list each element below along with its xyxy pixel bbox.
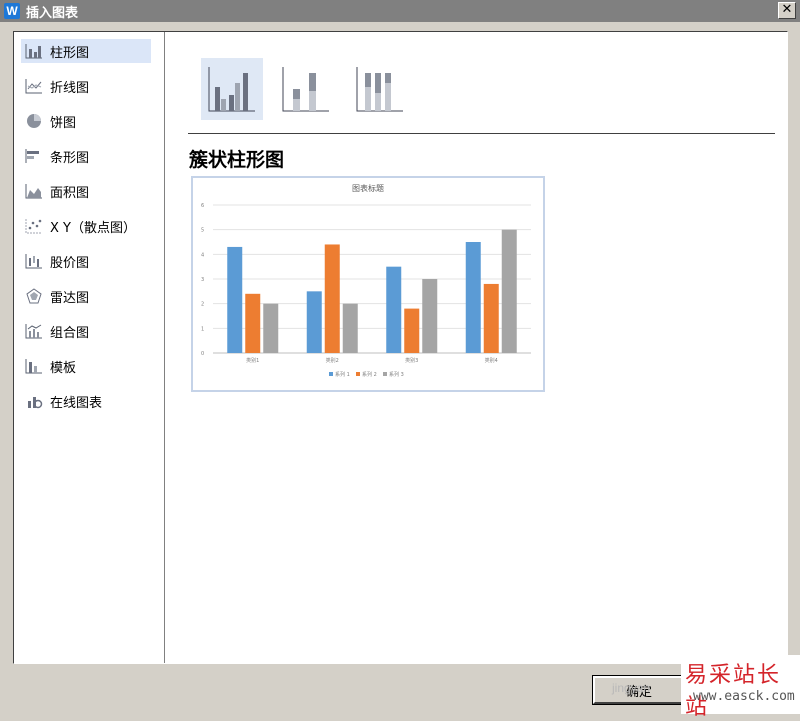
sidebar-item-radar[interactable]: 雷达图 — [21, 284, 151, 308]
sidebar-item-label: 模板 — [50, 360, 77, 376]
chart-bar — [227, 246, 243, 353]
wps-app-icon: W — [4, 3, 20, 19]
legend-swatch — [356, 372, 360, 376]
y-tick-label: 5 — [201, 228, 204, 234]
chart-bar — [306, 291, 322, 353]
dialog-content-frame: 柱形图 折线图 饼图 条形图 面积图 X Y（散点图） 股价图 雷达图 组合图 … — [13, 31, 788, 664]
sidebar-item-label: 雷达图 — [50, 290, 90, 306]
template-icon — [24, 357, 44, 375]
sidebar-item-label: 折线图 — [50, 80, 90, 96]
selected-chart-name: 簇状柱形图 — [189, 149, 285, 171]
chart-bar — [465, 242, 481, 353]
sidebar-item-stock[interactable]: 股价图 — [21, 249, 151, 273]
y-tick-label: 4 — [201, 252, 204, 258]
legend-label: 系列 2 — [362, 371, 377, 378]
chart-preview: 图表标题 0 1 2 3 4 5 6 类别1 类别2 类别3 类别4 系列 1 系列 2 系列 3 — [191, 176, 545, 392]
sidebar-item-pie[interactable]: 饼图 — [21, 109, 151, 133]
radar-chart-icon — [24, 287, 44, 305]
sidebar-item-label: 面积图 — [50, 185, 90, 201]
clustered-column-icon — [208, 67, 255, 112]
chart-bar — [386, 266, 402, 353]
column-chart-icon — [24, 42, 44, 60]
y-tick-label: 3 — [201, 277, 204, 283]
pie-chart-icon — [24, 112, 44, 130]
chart-svg: 图表标题 0 1 2 3 4 5 6 类别1 类别2 类别3 类别4 系列 1 系列 2 系列 3 — [201, 183, 531, 378]
online-chart-icon — [24, 392, 44, 410]
scatter-chart-icon — [24, 217, 44, 235]
chart-category-sidebar: 柱形图 折线图 饼图 条形图 面积图 X Y（散点图） 股价图 雷达图 组合图 … — [14, 32, 165, 663]
area-chart-icon — [24, 182, 44, 200]
chart-preview-panel: 簇状柱形图 图表标题 0 1 2 3 4 5 6 类别1 类别2 类别3 类别4 系列 1 系列 2… — [165, 32, 787, 663]
sidebar-item-label: X Y（散点图） — [50, 220, 136, 236]
legend-swatch — [329, 372, 333, 376]
percent-stacked-column-icon — [356, 67, 403, 112]
sidebar-item-label: 在线图表 — [50, 395, 103, 411]
chart-bar — [324, 244, 340, 353]
bar-chart-icon — [24, 147, 44, 165]
legend-swatch — [383, 372, 387, 376]
combo-chart-icon — [24, 322, 44, 340]
sidebar-item-column[interactable]: 柱形图 — [21, 39, 151, 63]
sidebar-item-bar[interactable]: 条形图 — [21, 144, 151, 168]
sidebar-item-scatter[interactable]: X Y（散点图） — [21, 214, 151, 238]
sidebar-item-online[interactable]: 在线图表 — [21, 389, 151, 413]
chart-bar — [501, 229, 517, 353]
sidebar-item-template[interactable]: 模板 — [21, 354, 151, 378]
y-tick-label: 6 — [201, 203, 204, 209]
x-tick-label: 类别3 — [405, 357, 418, 364]
window-title: 插入图表 — [26, 5, 79, 21]
divider-line — [188, 133, 775, 134]
chart-bar — [342, 303, 358, 353]
chart-bar — [483, 283, 499, 353]
subtype-percent-stacked-column[interactable] — [349, 58, 411, 120]
x-tick-label: 类别1 — [246, 357, 259, 364]
stacked-column-icon — [282, 67, 329, 112]
chart-bar — [422, 279, 438, 353]
watermark-faint-text: jingyan — [612, 681, 651, 695]
sidebar-item-label: 条形图 — [50, 150, 90, 166]
subtype-clustered-column[interactable] — [201, 58, 263, 120]
sidebar-item-line[interactable]: 折线图 — [21, 74, 151, 98]
sidebar-item-label: 组合图 — [50, 325, 90, 341]
chart-bar — [404, 308, 420, 353]
chart-title: 图表标题 — [352, 183, 384, 193]
sidebar-item-area[interactable]: 面积图 — [21, 179, 151, 203]
line-chart-icon — [24, 77, 44, 95]
x-tick-label: 类别4 — [485, 357, 498, 364]
sidebar-item-label: 柱形图 — [50, 45, 90, 61]
y-tick-label: 0 — [201, 351, 204, 357]
sidebar-item-combo[interactable]: 组合图 — [21, 319, 151, 343]
legend-label: 系列 3 — [389, 371, 404, 378]
chart-bar — [245, 293, 261, 353]
legend-label: 系列 1 — [335, 371, 350, 378]
subtype-stacked-column[interactable] — [275, 58, 337, 120]
stock-chart-icon — [24, 252, 44, 270]
sidebar-item-label: 股价图 — [50, 255, 90, 271]
watermark-url: www.easck.com — [693, 689, 795, 704]
y-tick-label: 2 — [201, 302, 204, 308]
chart-bar — [263, 303, 279, 353]
close-button[interactable]: ✕ — [778, 2, 796, 19]
y-tick-label: 1 — [201, 326, 204, 332]
title-bar: W 插入图表 ✕ — [0, 0, 800, 22]
x-tick-label: 类别2 — [326, 357, 339, 364]
sidebar-item-label: 饼图 — [50, 115, 77, 131]
